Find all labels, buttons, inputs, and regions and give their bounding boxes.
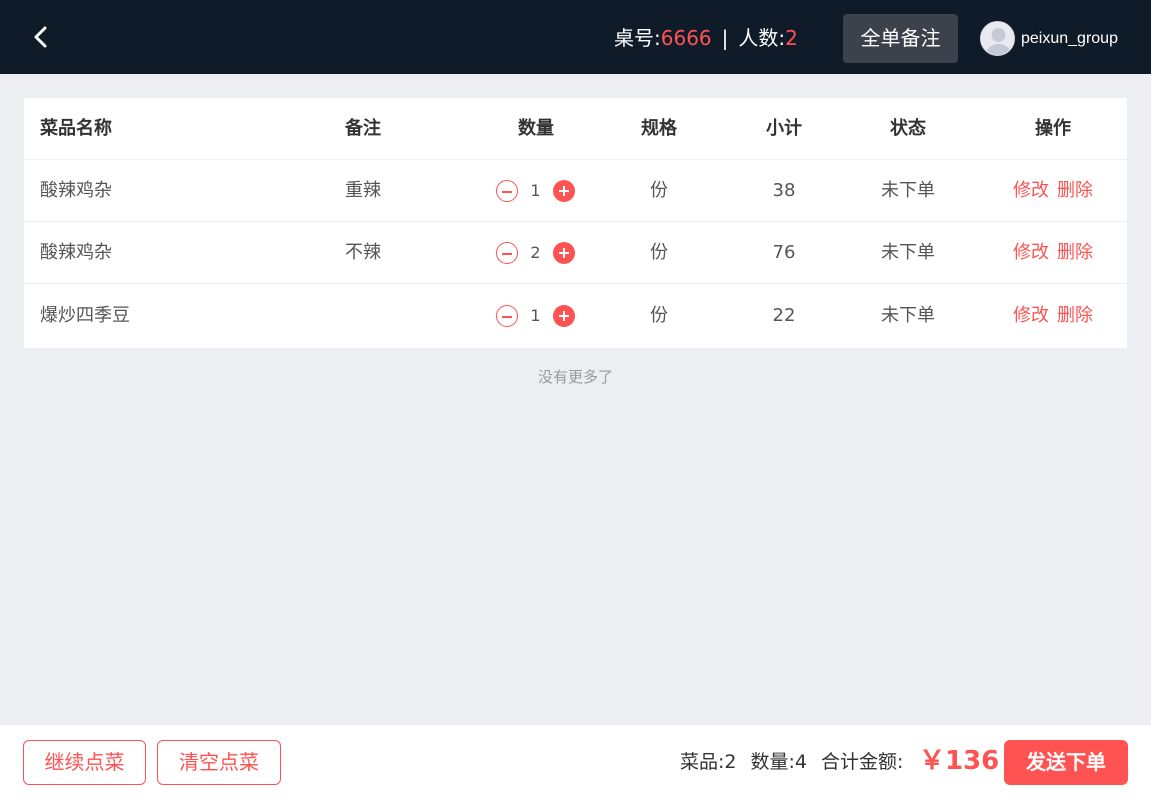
table-info: 桌号:6666 | 人数:2 <box>614 24 798 52</box>
plus-icon[interactable] <box>553 305 575 327</box>
dish-note: 不辣 <box>345 242 381 263</box>
plus-icon[interactable] <box>553 180 575 202</box>
delete-link[interactable]: 删除 <box>1057 242 1093 263</box>
quantity-value: 1 <box>530 306 541 325</box>
column-header-quantity: 数量 <box>518 118 554 139</box>
plus-icon[interactable] <box>553 242 575 264</box>
dish-status: 未下单 <box>881 305 935 326</box>
edit-link[interactable]: 修改 <box>1013 180 1049 201</box>
order-table: 菜品名称 备注 数量 规格 小计 状态 操作 酸辣鸡杂 重辣 1 份 38 未下… <box>24 98 1127 348</box>
back-arrow-icon <box>34 26 47 48</box>
bottom-bar: 继续点菜 清空点菜 菜品:2 数量:4 合计金额: ￥136 发送下单 <box>0 725 1151 800</box>
order-summary: 菜品:2 数量:4 合计金额: <box>680 747 917 777</box>
table-row: 酸辣鸡杂 不辣 2 份 76 未下单 修改 删除 <box>24 222 1127 284</box>
column-header-note: 备注 <box>345 118 381 139</box>
edit-link[interactable]: 修改 <box>1013 305 1049 326</box>
quantity-value: 1 <box>530 181 541 200</box>
column-header-name: 菜品名称 <box>40 118 112 139</box>
table-label: 桌号: <box>614 26 661 50</box>
dish-spec: 份 <box>650 305 668 326</box>
quantity-total: 数量:4 <box>750 751 808 773</box>
quantity-stepper: 1 <box>496 180 576 202</box>
minus-icon[interactable] <box>496 242 518 264</box>
total-label: 合计金额: <box>821 751 904 773</box>
dish-spec: 份 <box>650 180 668 201</box>
column-header-subtotal: 小计 <box>766 118 802 139</box>
submit-order-button[interactable]: 发送下单 <box>1004 740 1128 785</box>
dish-spec: 份 <box>650 242 668 263</box>
quantity-stepper: 1 <box>496 305 576 327</box>
username[interactable]: peixun_group <box>1021 28 1118 50</box>
dish-name: 爆炒四季豆 <box>40 305 130 326</box>
quantity-stepper: 2 <box>496 242 576 264</box>
continue-ordering-button[interactable]: 继续点菜 <box>23 740 146 785</box>
column-header-status: 状态 <box>890 118 926 139</box>
row-actions: 修改 删除 <box>1003 160 1103 222</box>
people-label: 人数: <box>738 26 786 50</box>
minus-icon[interactable] <box>496 305 518 327</box>
quantity-value: 2 <box>530 243 541 262</box>
edit-link[interactable]: 修改 <box>1013 242 1049 263</box>
column-header-action: 操作 <box>1035 118 1071 139</box>
dish-count: 菜品:2 <box>680 751 737 773</box>
dish-subtotal: 76 <box>772 242 796 263</box>
total-price: ￥136 <box>919 746 1000 776</box>
column-header-spec: 规格 <box>641 118 677 139</box>
dish-status: 未下单 <box>881 242 935 263</box>
table-number: 6666 <box>660 26 712 50</box>
dish-subtotal: 22 <box>772 305 796 326</box>
minus-icon[interactable] <box>496 180 518 202</box>
row-actions: 修改 删除 <box>1003 285 1103 347</box>
order-note-button[interactable]: 全单备注 <box>843 14 958 63</box>
delete-link[interactable]: 删除 <box>1057 180 1093 201</box>
delete-link[interactable]: 删除 <box>1057 305 1093 326</box>
dish-status: 未下单 <box>881 180 935 201</box>
clear-order-button[interactable]: 清空点菜 <box>157 740 281 785</box>
back-button[interactable] <box>28 24 54 50</box>
dish-note: 重辣 <box>345 180 381 201</box>
people-count: 2 <box>785 26 798 50</box>
row-actions: 修改 删除 <box>1003 222 1103 284</box>
dish-name: 酸辣鸡杂 <box>40 180 112 201</box>
top-header: 桌号:6666 | 人数:2 全单备注 peixun_group <box>0 0 1151 74</box>
dish-subtotal: 38 <box>772 180 796 201</box>
table-header-row: 菜品名称 备注 数量 规格 小计 状态 操作 <box>24 98 1127 160</box>
dish-note <box>314 285 412 347</box>
avatar-icon[interactable] <box>980 21 1015 56</box>
separator: | <box>721 26 729 50</box>
table-row: 酸辣鸡杂 重辣 1 份 38 未下单 修改 删除 <box>24 160 1127 222</box>
dish-name: 酸辣鸡杂 <box>40 242 112 263</box>
no-more-text: 没有更多了 <box>537 368 613 386</box>
table-row: 爆炒四季豆 1 份 22 未下单 修改 删除 <box>24 285 1127 347</box>
